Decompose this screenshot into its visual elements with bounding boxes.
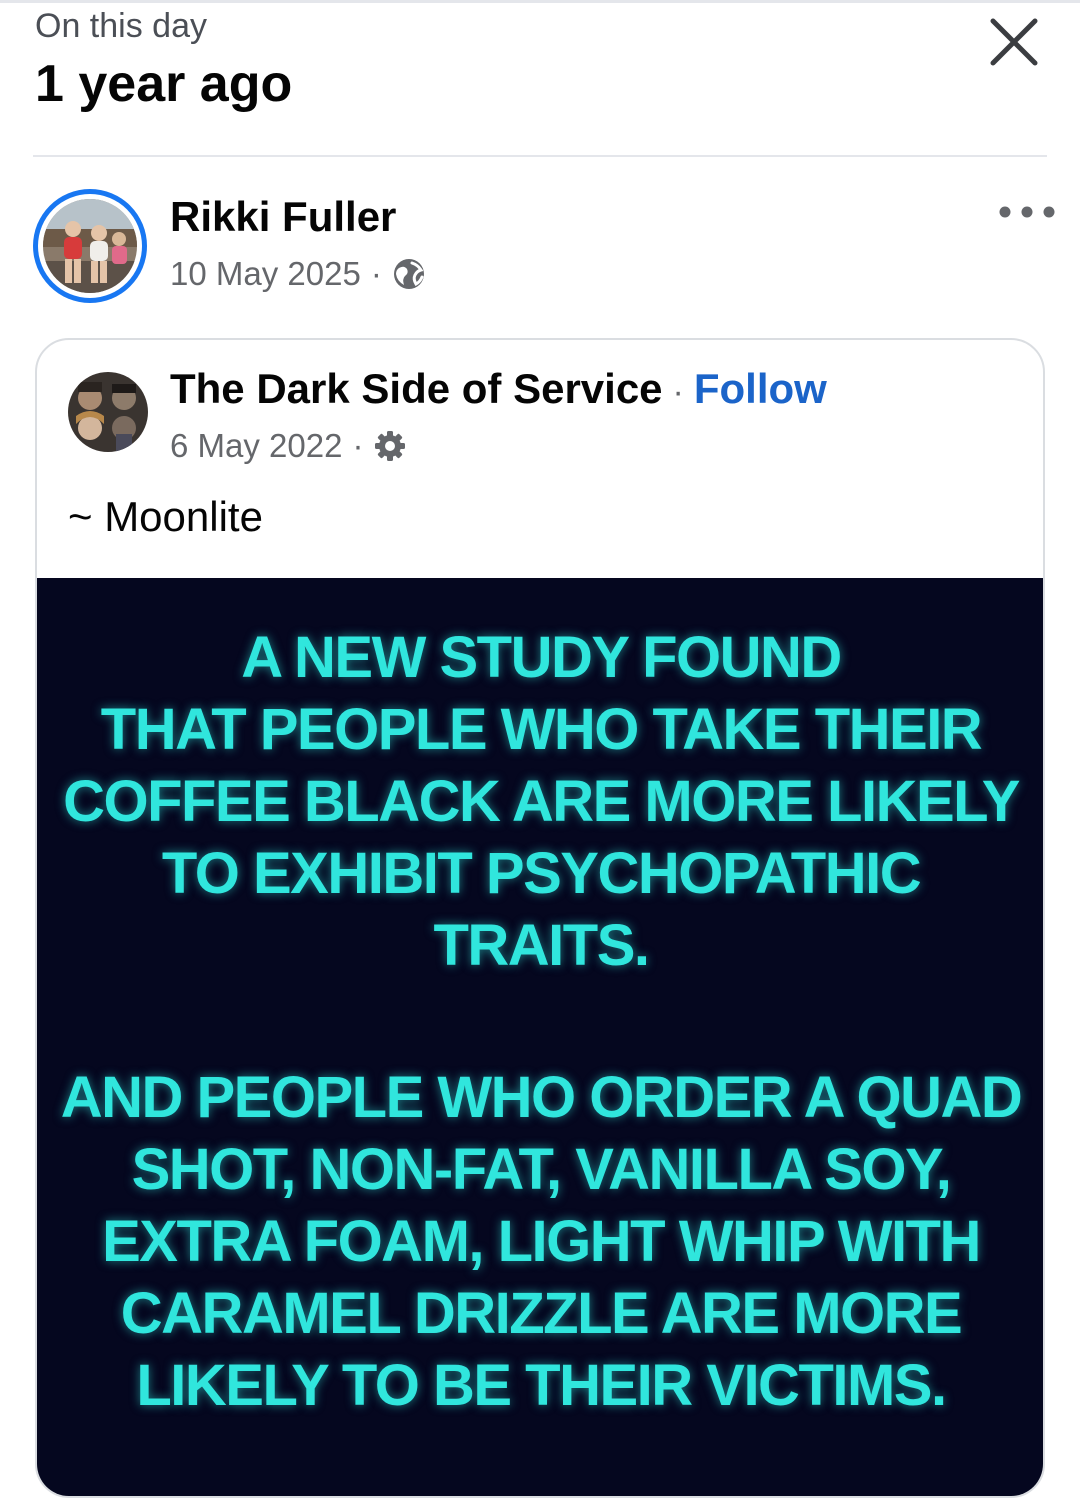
meme-line: EXTRA FOAM, LIGHT WHIP WITH bbox=[102, 1209, 981, 1274]
page-avatar[interactable] bbox=[68, 372, 148, 452]
meme-text-block-2: AND PEOPLE WHO ORDER A QUAD SHOT, NON-FA… bbox=[37, 1062, 1043, 1422]
meme-line: AND PEOPLE WHO ORDER A QUAD bbox=[60, 1065, 1023, 1130]
memory-dialog: On this day 1 year ago Rikki Fuller 10 M… bbox=[0, 0, 1080, 1502]
author-profile-photo bbox=[43, 199, 137, 293]
shared-post-card[interactable]: The Dark Side of Service · Follow 6 May … bbox=[35, 338, 1045, 1498]
close-icon bbox=[990, 18, 1038, 66]
post-date[interactable]: 10 May 2025 bbox=[170, 255, 361, 293]
meme-line: TRAITS. bbox=[433, 913, 650, 978]
close-button[interactable] bbox=[982, 10, 1046, 74]
more-options-button[interactable] bbox=[992, 190, 1062, 234]
author-avatar[interactable] bbox=[33, 189, 147, 303]
author-name[interactable]: Rikki Fuller bbox=[170, 192, 396, 242]
meme-line: THAT PEOPLE WHO TAKE THEIR bbox=[100, 697, 983, 762]
shared-meta-separator: · bbox=[352, 427, 364, 464]
shared-post-header: The Dark Side of Service · Follow bbox=[170, 362, 827, 419]
meme-line: SHOT, NON-FAT, VANILLA SOY, bbox=[131, 1137, 952, 1202]
meme-line: CARAMEL DRIZZLE ARE MORE bbox=[120, 1281, 963, 1346]
meme-image[interactable]: A NEW STUDY FOUND THAT PEOPLE WHO TAKE T… bbox=[37, 578, 1043, 1496]
shared-post-meta: 6 May 2022 · bbox=[170, 424, 407, 468]
post-caption: ~ Moonlite bbox=[68, 493, 263, 540]
meme-line: TO EXHIBIT PSYCHOPATHIC bbox=[161, 841, 922, 906]
meme-line: LIKELY TO BE THEIR VICTIMS. bbox=[136, 1353, 947, 1418]
meme-line: COFFEE BLACK ARE MORE LIKELY bbox=[63, 769, 1020, 834]
name-separator: · bbox=[672, 373, 684, 411]
meme-line: A NEW STUDY FOUND bbox=[241, 625, 842, 690]
follow-button[interactable]: Follow bbox=[694, 362, 827, 416]
gear-icon bbox=[375, 431, 406, 461]
meme-text-block-1: A NEW STUDY FOUND THAT PEOPLE WHO TAKE T… bbox=[37, 622, 1043, 982]
page-name[interactable]: The Dark Side of Service bbox=[170, 362, 663, 416]
post-meta: 10 May 2025 · bbox=[170, 252, 426, 296]
memory-kicker: On this day bbox=[35, 7, 207, 45]
globe-icon bbox=[393, 259, 424, 289]
meta-separator: · bbox=[370, 255, 382, 292]
memory-title: 1 year ago bbox=[35, 55, 293, 113]
shared-post-date[interactable]: 6 May 2022 bbox=[170, 427, 342, 465]
more-options-icon bbox=[999, 206, 1055, 218]
header-divider bbox=[33, 155, 1047, 157]
top-border bbox=[0, 0, 1080, 3]
